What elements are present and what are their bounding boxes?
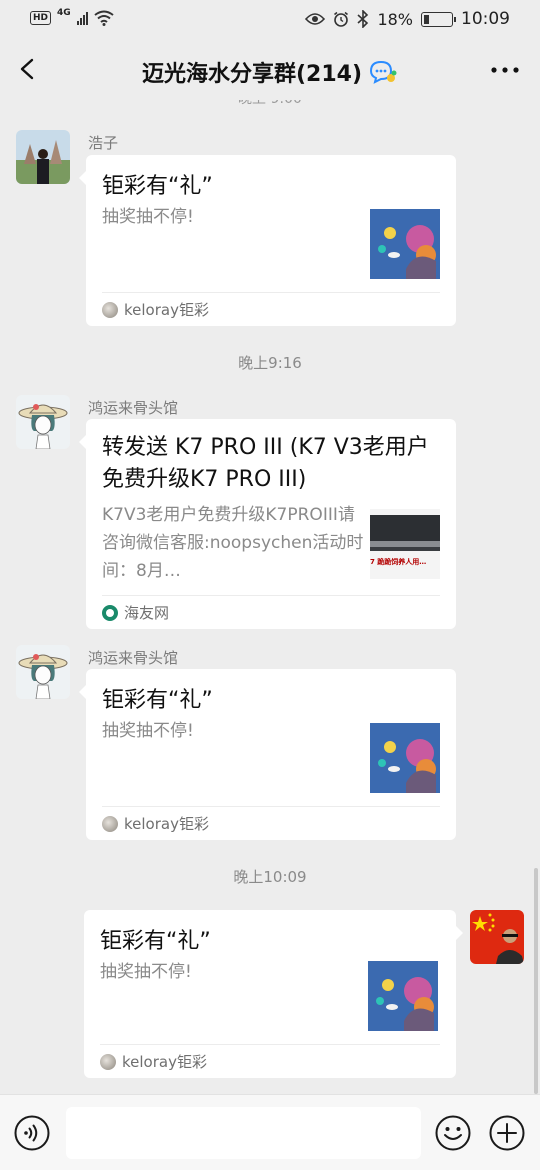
sender-name: 鸿运来骨头馆 [88,399,179,417]
voice-icon[interactable] [14,1115,50,1151]
status-right: 18% 10:09 [305,9,510,29]
network-label: 4G [57,8,71,18]
timestamp: 晚上10:09 [233,868,307,886]
card-title: 钜彩有“礼” [102,688,213,713]
message-input[interactable] [66,1107,421,1159]
chat-group-icon [370,60,397,84]
card-title: 钜彩有“礼” [100,929,211,954]
page-title[interactable]: 迈光海水分享群(214) [142,56,362,88]
scrollbar[interactable] [534,868,538,1094]
source-logo-icon [102,301,118,318]
battery-icon [421,11,456,27]
thumb-caption: 7 跪跪饲养人用… [370,558,427,566]
chat-header: 迈光海水分享群(214) [0,38,540,100]
status-bar: HD 4G 18% 10:09 [0,0,540,38]
link-card-self[interactable]: 钜彩有“礼” 抽奖抽不停! keloray钜彩 [84,910,463,1078]
card-description: K7V3老用户免费升级K7PROIII请咨询微信客服:noopsychen活动时… [102,505,364,581]
source-logo-icon [100,1053,116,1070]
plus-icon[interactable] [489,1115,525,1151]
emoji-icon[interactable] [435,1115,471,1151]
hd-badge: HD [30,11,52,25]
card-title: 钜彩有“礼” [102,174,213,199]
card-title: 转发送 K7 PRO III (K7 V3老用户免费升级K7 PRO III) [102,435,429,492]
card-source: keloray钜彩 [100,1044,440,1078]
status-left: HD 4G [30,8,114,26]
timestamp: 晚上9:16 [238,354,302,372]
card-source-label: 海友网 [124,604,170,622]
card-description: 抽奖抽不停! [102,721,194,741]
source-logo-icon [102,815,118,832]
signal-icon [76,11,88,25]
battery-percent: 18% [377,9,413,29]
card-description: 抽奖抽不停! [102,207,194,227]
clock: 10:09 [461,9,510,29]
sender-name: 浩子 [88,134,119,152]
sender-name: 鸿运来骨头馆 [88,649,179,667]
card-thumbnail: 7 跪跪饲养人用… [370,509,440,579]
chat-title-wrap: 迈光海水分享群(214) [0,56,540,88]
link-card[interactable]: 钜彩有“礼” 抽奖抽不停! keloray钜彩 [79,155,456,326]
wifi-icon [94,10,114,26]
card-description: 抽奖抽不停! [100,962,192,982]
card-thumbnail [368,961,438,1031]
source-logo-icon [102,604,118,621]
chat-messages[interactable]: 晚上 9:00 浩子 钜彩有“礼” 抽奖抽不停! keloray钜彩 [0,100,540,1094]
link-card[interactable]: 转发送 K7 PRO III (K7 V3老用户免费升级K7 PRO III) … [79,419,456,629]
card-source: 海友网 [102,595,440,629]
card-thumbnail [370,723,440,793]
avatar[interactable] [16,130,70,184]
card-source-label: keloray钜彩 [124,301,209,319]
avatar[interactable] [16,395,70,449]
eye-icon [305,13,326,25]
input-bar [0,1094,540,1170]
avatar[interactable] [16,645,70,699]
card-thumbnail [370,209,440,279]
card-source: keloray钜彩 [102,292,440,326]
avatar-self[interactable] [470,910,524,964]
more-icon[interactable] [488,58,522,82]
card-source-label: keloray钜彩 [124,815,209,833]
card-source-label: keloray钜彩 [122,1053,207,1071]
bluetooth-icon [357,10,369,28]
timestamp-cut: 晚上 9:00 [0,100,540,108]
link-card[interactable]: 钜彩有“礼” 抽奖抽不停! keloray钜彩 [79,669,456,840]
card-source: keloray钜彩 [102,806,440,840]
alarm-icon [334,11,349,27]
